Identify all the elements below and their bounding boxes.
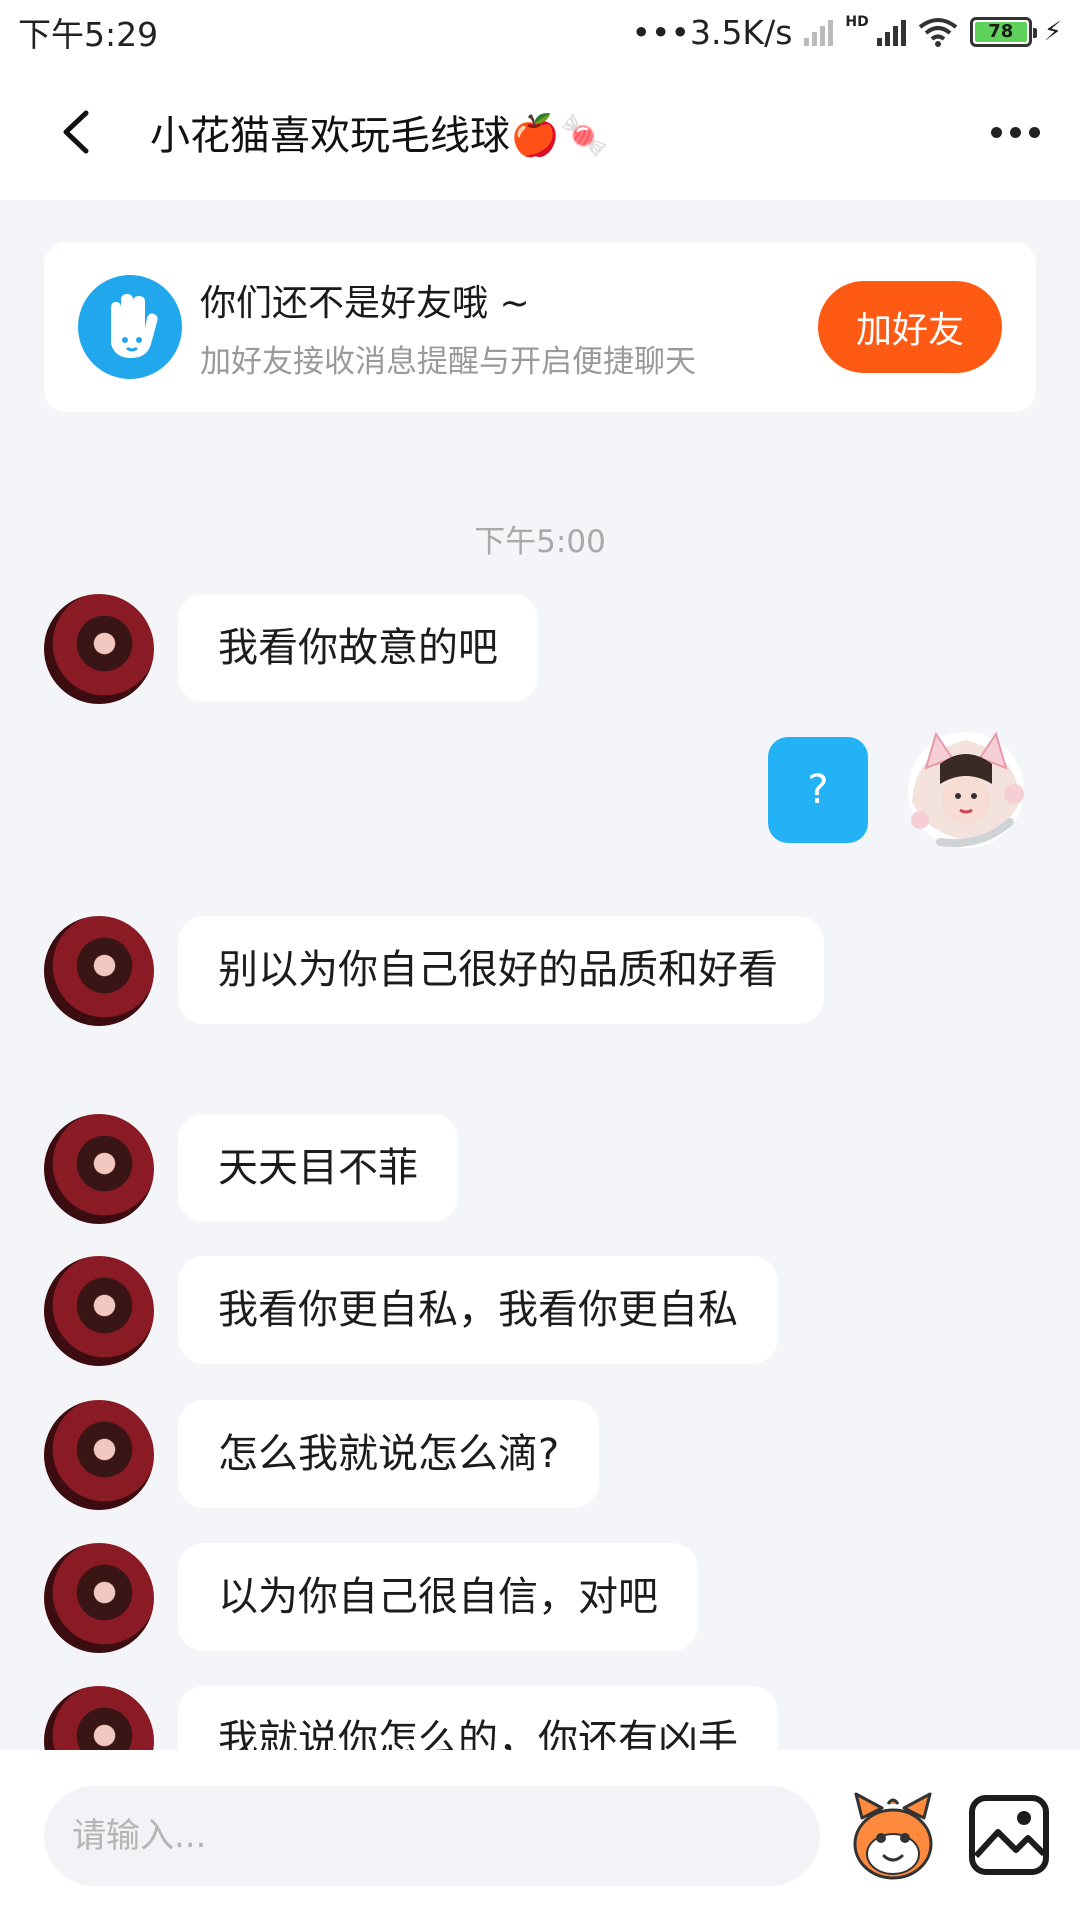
add-friend-subtitle: 加好友接收消息提醒与开启便捷聊天	[200, 343, 696, 380]
network-speed: •••3.5K/s	[631, 12, 793, 52]
message-bubble-left[interactable]: 别以为你自己很好的品质和好看	[178, 916, 824, 1024]
status-time: 下午5:29	[18, 15, 159, 54]
signal-strength-1-icon	[804, 18, 834, 46]
message-bubble-left[interactable]: 我就说你怎么的，你还有凶手	[178, 1686, 778, 1750]
dot-icon	[1009, 126, 1021, 138]
hd-icon: HD	[845, 14, 869, 30]
battery-icon: 78	[969, 17, 1037, 47]
status-bar: 下午5:29 •••3.5K/s HD 78 ⚡	[0, 0, 1080, 64]
emoji-button[interactable]	[848, 1788, 938, 1884]
emoji-icon	[853, 1792, 933, 1880]
contact-avatar[interactable]	[44, 594, 154, 704]
message-list[interactable]: 下午5:00 我看你故意的吧 ? 别以为你自己很好的品质和好看 天天目不菲 我看…	[0, 500, 1080, 1750]
contact-avatar[interactable]	[44, 1256, 154, 1366]
message-bubble-left[interactable]: 我看你更自私，我看你更自私	[178, 1256, 778, 1364]
back-button[interactable]	[0, 64, 150, 200]
message-bubble-left[interactable]: 怎么我就说怎么滴?	[178, 1400, 600, 1508]
input-bar	[0, 1750, 1080, 1920]
battery-level: 78	[974, 22, 1027, 42]
message-bubble-left[interactable]: 以为你自己很自信，对吧	[178, 1543, 698, 1651]
waving-hand-icon	[78, 275, 182, 379]
signal-strength-2-icon	[876, 18, 906, 46]
message-input[interactable]	[44, 1786, 820, 1886]
image-icon	[969, 1795, 1049, 1875]
image-button[interactable]	[966, 1792, 1052, 1878]
add-friend-button[interactable]: 加好友	[818, 281, 1002, 373]
contact-avatar[interactable]	[44, 1114, 154, 1224]
contact-avatar[interactable]	[44, 1400, 154, 1510]
dot-icon	[990, 126, 1002, 138]
more-options-button[interactable]	[950, 64, 1080, 200]
dot-icon	[1028, 126, 1040, 138]
contact-avatar[interactable]	[44, 1543, 154, 1653]
charging-icon: ⚡	[1043, 17, 1062, 47]
my-avatar[interactable]	[900, 724, 1032, 856]
wifi-icon	[918, 18, 957, 47]
add-friend-title: 你们还不是好友哦 ~	[200, 282, 530, 324]
message-bubble-left[interactable]: 天天目不菲	[178, 1114, 458, 1222]
message-timestamp: 下午5:00	[474, 524, 606, 560]
contact-avatar[interactable]	[44, 1686, 154, 1750]
message-bubble-left[interactable]: 我看你故意的吧	[178, 594, 538, 702]
chat-title: 小花猫喜欢玩毛线球🍎🍬	[150, 113, 610, 159]
contact-avatar[interactable]	[44, 916, 154, 1026]
add-friend-card: 你们还不是好友哦 ~ 加好友接收消息提醒与开启便捷聊天 加好友	[44, 242, 1036, 412]
message-bubble-right[interactable]: ?	[768, 737, 868, 843]
add-friend-text: 你们还不是好友哦 ~ 加好友接收消息提醒与开启便捷聊天	[200, 274, 818, 381]
status-icons: •••3.5K/s HD 78 ⚡	[632, 13, 1062, 52]
chevron-left-icon	[63, 110, 89, 154]
chat-header: 小花猫喜欢玩毛线球🍎🍬	[0, 64, 1080, 200]
